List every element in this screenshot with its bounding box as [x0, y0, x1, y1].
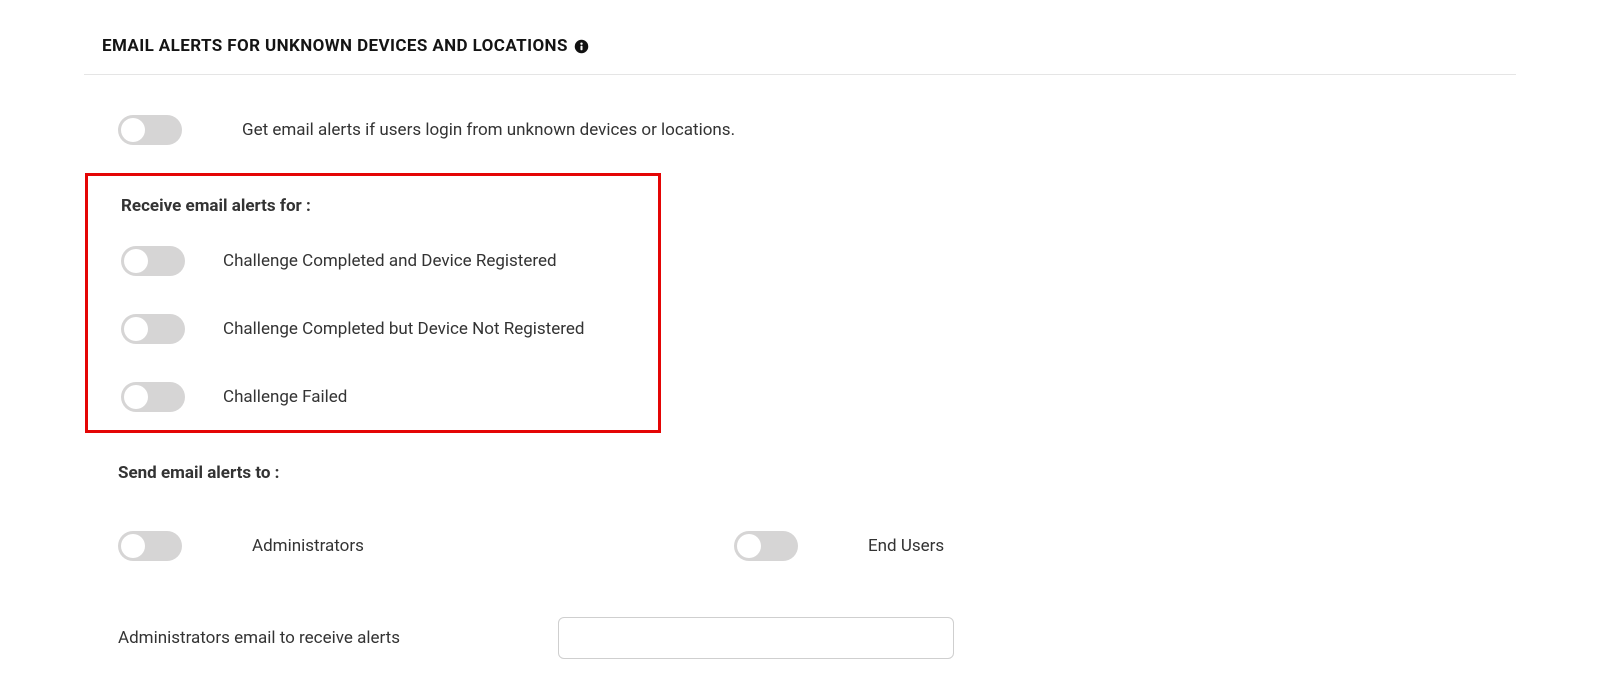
endusers-toggle[interactable]	[734, 531, 798, 561]
receive-alerts-label-1: Challenge Completed but Device Not Regis…	[223, 319, 584, 339]
challenge-completed-registered-toggle[interactable]	[121, 246, 185, 276]
send-to-heading: Send email alerts to :	[118, 463, 1606, 483]
receive-alerts-heading: Receive email alerts for :	[121, 196, 658, 216]
receive-alerts-highlight-box: Receive email alerts for : Challenge Com…	[85, 173, 661, 433]
main-alert-row: Get email alerts if users login from unk…	[118, 115, 1606, 145]
admin-email-input[interactable]	[558, 617, 954, 659]
send-to-row: Administrators End Users	[118, 531, 1606, 561]
administrators-label: Administrators	[252, 536, 364, 556]
section-title: EMAIL ALERTS FOR UNKNOWN DEVICES AND LOC…	[102, 36, 568, 56]
admin-email-label: Administrators email to receive alerts	[118, 628, 558, 648]
challenge-completed-notregistered-toggle[interactable]	[121, 314, 185, 344]
receive-alerts-label-2: Challenge Failed	[223, 387, 347, 407]
challenge-failed-toggle[interactable]	[121, 382, 185, 412]
receive-alerts-row-0: Challenge Completed and Device Registere…	[121, 246, 658, 276]
receive-alerts-row-2: Challenge Failed	[121, 382, 658, 412]
endusers-label: End Users	[868, 536, 944, 556]
receive-alerts-label-0: Challenge Completed and Device Registere…	[223, 251, 557, 271]
administrators-toggle[interactable]	[118, 531, 182, 561]
receive-alerts-row-1: Challenge Completed but Device Not Regis…	[121, 314, 658, 344]
section-header: EMAIL ALERTS FOR UNKNOWN DEVICES AND LOC…	[0, 36, 1606, 74]
main-alert-toggle[interactable]	[118, 115, 182, 145]
main-alert-label: Get email alerts if users login from unk…	[242, 120, 735, 140]
admin-email-row: Administrators email to receive alerts	[118, 617, 1606, 659]
info-icon[interactable]	[574, 39, 589, 54]
